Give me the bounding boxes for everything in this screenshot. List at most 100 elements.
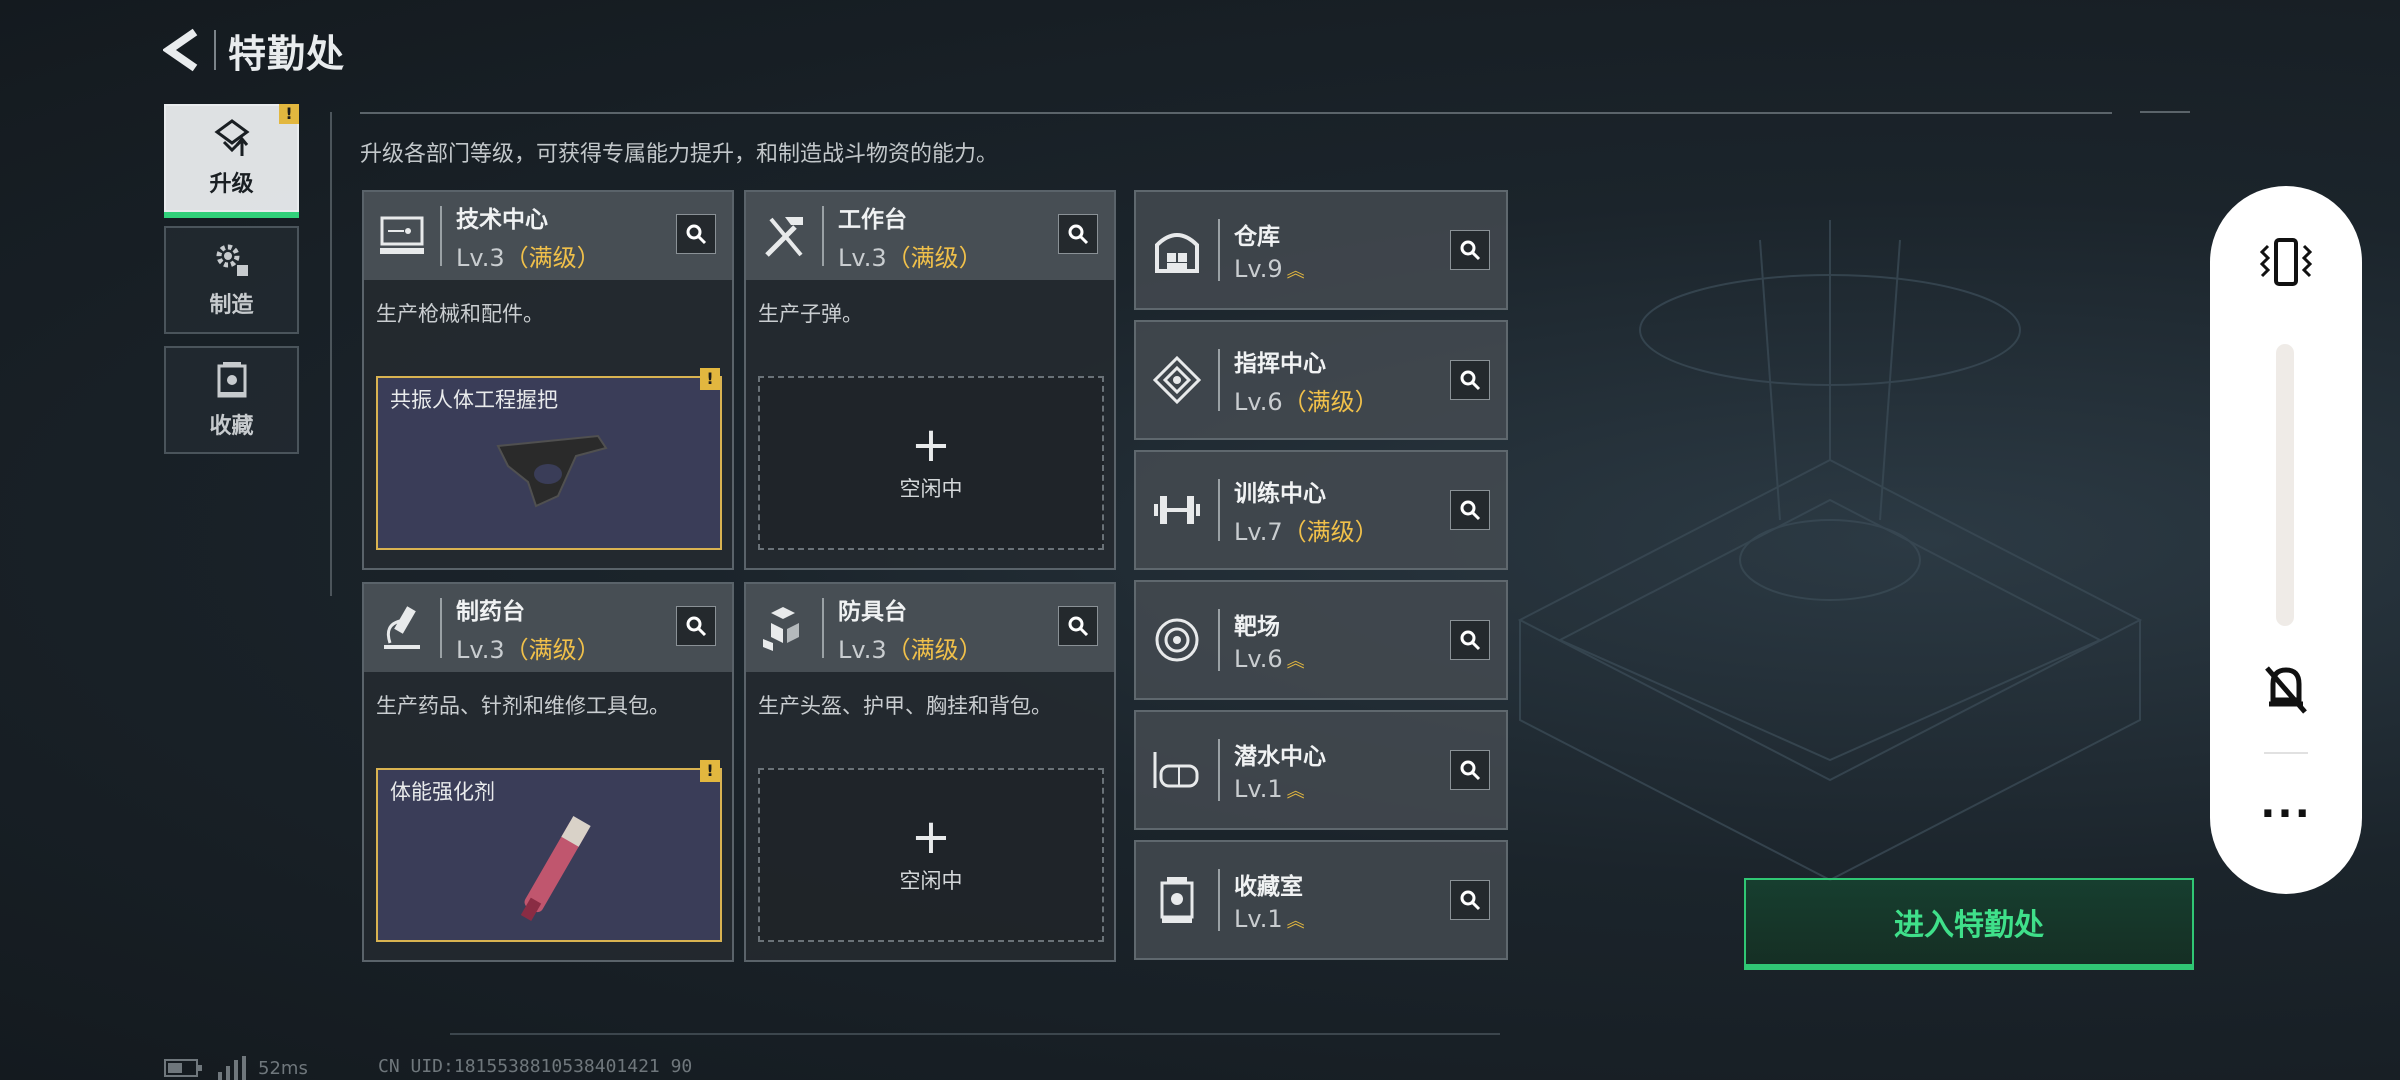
- display-case-icon: [1136, 840, 1218, 960]
- plus-icon: +: [910, 417, 952, 473]
- workshop-description: 生产枪械和配件。: [376, 302, 544, 326]
- upgrade-available-icon: ︽: [1286, 261, 1305, 282]
- workshop-card-workbench[interactable]: 工作台 Lv.3（满级） 生产子弹。 + 空闲中: [744, 190, 1116, 570]
- ringer-muted-icon[interactable]: [2256, 658, 2316, 718]
- workshop-name: 制药台: [456, 598, 525, 625]
- workshop-name: 防具台: [838, 598, 907, 625]
- user-uid: CN UID:1815538810538401421 90: [378, 1056, 693, 1077]
- facility-level: Lv.1 ︽: [1234, 905, 1305, 933]
- divider-vertical: [330, 112, 332, 596]
- upgrade-available-icon: ︽: [1286, 781, 1305, 802]
- search-button[interactable]: [676, 606, 716, 646]
- more-options-icon[interactable]: ...: [2254, 784, 2318, 834]
- facility-card-training-center[interactable]: 训练中心 Lv.7（满级）: [1134, 450, 1508, 570]
- search-icon: [1460, 630, 1481, 651]
- workshop-card-armor-bench[interactable]: 防具台 Lv.3（满级） 生产头盔、护甲、胸挂和背包。 + 空闲中: [744, 582, 1116, 962]
- vibrate-icon[interactable]: [2256, 232, 2316, 292]
- upgrade-available-icon: ︽: [1286, 911, 1305, 932]
- volume-panel: ...: [2210, 186, 2362, 894]
- facility-name: 潜水中心: [1234, 744, 1326, 770]
- workshop-description: 生产药品、针剂和维修工具包。: [376, 694, 670, 718]
- search-icon: [1460, 370, 1481, 391]
- facility-level: Lv.1 ︽: [1234, 775, 1305, 803]
- search-icon: [1460, 890, 1481, 911]
- search-button[interactable]: [1450, 230, 1490, 270]
- facility-card-warehouse[interactable]: 仓库 Lv.9 ︽: [1134, 190, 1508, 310]
- gear-icon: [216, 244, 248, 276]
- tools-icon: [746, 192, 822, 280]
- search-button[interactable]: [1450, 360, 1490, 400]
- search-button[interactable]: [1450, 880, 1490, 920]
- grip-item-image: [496, 434, 608, 508]
- collection-icon: [217, 362, 246, 398]
- workshop-level: Lv.3（满级）: [838, 243, 983, 272]
- nav-upgrade-alert-badge: !: [279, 104, 299, 124]
- facility-card-collection-room[interactable]: 收藏室 Lv.1 ︽: [1134, 840, 1508, 960]
- workshop-card-header: 工作台 Lv.3（满级）: [746, 192, 1114, 280]
- dumbbell-icon: [1136, 450, 1218, 570]
- workshop-level: Lv.3（满级）: [456, 243, 601, 272]
- command-center-icon: [1136, 320, 1218, 440]
- search-icon: [1460, 240, 1481, 261]
- facility-card-command-center[interactable]: 指挥中心 Lv.6（满级）: [1134, 320, 1508, 440]
- search-button[interactable]: [1058, 214, 1098, 254]
- nav-upgrade[interactable]: 升级 !: [164, 104, 299, 218]
- header: 特勤处: [160, 22, 345, 78]
- status-bar: 52ms: [164, 1056, 308, 1080]
- idle-label: 空闲中: [899, 869, 963, 893]
- search-button[interactable]: [1450, 490, 1490, 530]
- workshop-card-header: 防具台 Lv.3（满级）: [746, 584, 1114, 672]
- search-button[interactable]: [1058, 606, 1098, 646]
- search-icon: [1460, 760, 1481, 781]
- facility-name: 指挥中心: [1234, 350, 1326, 377]
- nav-craft-label: 制造: [209, 293, 254, 318]
- workshop-name: 工作台: [838, 206, 907, 233]
- divider: [360, 112, 2112, 114]
- volume-slider[interactable]: [2276, 344, 2294, 626]
- microscope-icon: [364, 584, 440, 672]
- plus-icon: +: [910, 809, 952, 865]
- idle-label: 空闲中: [899, 477, 963, 501]
- facility-name: 靶场: [1234, 614, 1280, 640]
- workshop-level: Lv.3（满级）: [838, 635, 983, 664]
- search-button[interactable]: [1450, 750, 1490, 790]
- back-button[interactable]: [160, 22, 204, 78]
- facility-level: Lv.7（满级）: [1234, 517, 1379, 546]
- item-name: 体能强化剂: [390, 780, 495, 804]
- facility-name: 仓库: [1234, 224, 1280, 250]
- enter-special-ops-button[interactable]: 进入特勤处: [1744, 878, 2194, 970]
- target-icon: [1136, 580, 1218, 700]
- facility-name: 收藏室: [1234, 874, 1303, 900]
- search-button[interactable]: [676, 214, 716, 254]
- upgrade-icon: [213, 119, 250, 156]
- alert-badge: !: [700, 760, 720, 782]
- facility-card-diving-center[interactable]: 潜水中心 Lv.1 ︽: [1134, 710, 1508, 830]
- facility-level: Lv.9 ︽: [1234, 255, 1305, 283]
- workshop-card-pharmacy[interactable]: 制药台 Lv.3（满级） 生产药品、针剂和维修工具包。 体能强化剂 !: [362, 582, 734, 962]
- workshop-level: Lv.3（满级）: [456, 635, 601, 664]
- facility-level: Lv.6 ︽: [1234, 645, 1305, 673]
- search-button[interactable]: [1450, 620, 1490, 660]
- workshop-name: 技术中心: [456, 206, 548, 233]
- nav-craft[interactable]: 制造: [164, 226, 299, 334]
- page-title: 特勤处: [228, 31, 346, 76]
- nav-collection-label: 收藏: [209, 414, 254, 439]
- production-slot-empty[interactable]: + 空闲中: [758, 768, 1104, 942]
- production-slot-item[interactable]: 共振人体工程握把 !: [376, 368, 722, 550]
- facility-level: Lv.6（满级）: [1234, 387, 1379, 416]
- production-slot-empty[interactable]: + 空闲中: [758, 376, 1104, 550]
- nav-collection[interactable]: 收藏: [164, 346, 299, 454]
- production-slot-item[interactable]: 体能强化剂 !: [376, 760, 722, 942]
- search-icon: [1068, 616, 1089, 637]
- search-icon: [1460, 500, 1481, 521]
- workshop-card-tech-center[interactable]: 技术中心 Lv.3（满级） 生产枪械和配件。 共振人体工程握把 !: [362, 190, 734, 570]
- warehouse-icon: [1136, 190, 1218, 310]
- computer-icon: [364, 192, 440, 280]
- diving-mask-icon: [1136, 710, 1218, 830]
- facility-card-shooting-range[interactable]: 靶场 Lv.6 ︽: [1134, 580, 1508, 700]
- ping-value: 52ms: [258, 1057, 308, 1079]
- workshop-description: 生产子弹。: [758, 302, 863, 326]
- workshop-description: 生产头盔、护甲、胸挂和背包。: [758, 694, 1052, 718]
- page-description: 升级各部门等级，可获得专属能力提升，和制造战斗物资的能力。: [360, 142, 999, 167]
- workshop-card-header: 制药台 Lv.3（满级）: [364, 584, 732, 672]
